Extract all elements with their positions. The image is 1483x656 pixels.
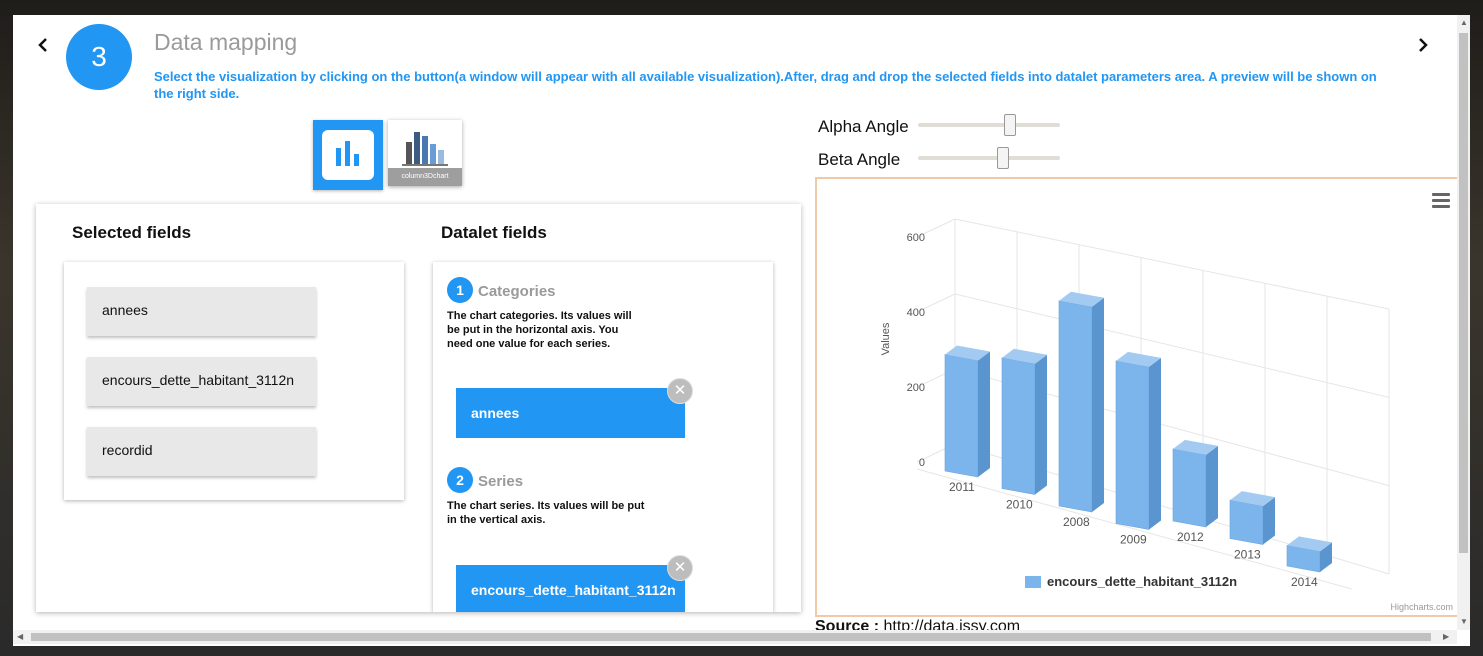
scroll-right-arrow-icon[interactable]: ▶: [1443, 632, 1449, 641]
step-description: Select the visualization by clicking on …: [154, 69, 1377, 101]
chevron-right-icon: [1419, 38, 1428, 52]
beta-angle-label: Beta Angle: [818, 150, 901, 169]
bar[interactable]: [1229, 499, 1264, 545]
field-chip-recordid[interactable]: recordid: [87, 427, 316, 476]
remove-series-button[interactable]: ✕: [667, 555, 693, 581]
x-tick-label: 2009: [1120, 533, 1147, 547]
param-name-series: Series: [478, 473, 524, 490]
field-chip-annees[interactable]: annees: [87, 287, 316, 336]
bar-side: [1035, 354, 1047, 495]
x-tick-label: 2012: [1177, 530, 1204, 544]
alpha-angle-label: Alpha Angle: [818, 117, 909, 136]
column3d-chart: 0 200 400 600 2011 2010 2008 2009 2012 2013 2014 V…: [880, 218, 1453, 612]
beta-angle-slider[interactable]: [918, 147, 1060, 169]
legend-item[interactable]: encours_dette_habitant_3112n: [1047, 574, 1237, 589]
bar[interactable]: [1172, 448, 1207, 528]
close-icon: ✕: [673, 382, 687, 399]
datalet-fields-panel: 1 Categories The chart categories. Its v…: [433, 262, 773, 612]
y-tick-label: 600: [907, 232, 925, 244]
selected-fields-panel: annees encours_dette_habitant_3112n reco…: [64, 262, 404, 500]
data-mapping-dialog: 3 Data mapping Select the visualization …: [13, 15, 1470, 646]
y-tick-label: 200: [907, 382, 925, 394]
next-step-button[interactable]: [1413, 35, 1433, 59]
vertical-scroll-thumb[interactable]: [1459, 33, 1468, 553]
param-dropzone-series[interactable]: encours_dette_habitant_3112n: [456, 565, 685, 612]
chart-preview: 0 200 400 600 2011 2010 2008 2009 2012 2013 2014 V…: [815, 177, 1460, 617]
param-number-badge: 2: [447, 467, 473, 493]
hamburger-menu-icon: [1432, 193, 1450, 196]
horizontal-scroll-thumb[interactable]: [31, 633, 1431, 641]
bar[interactable]: [1058, 300, 1093, 513]
y-axis-title: Values: [880, 322, 892, 355]
field-chip-encours-dette[interactable]: encours_dette_habitant_3112n: [87, 357, 316, 406]
scroll-down-arrow-icon[interactable]: ▼: [1460, 617, 1468, 626]
x-tick-label: 2010: [1006, 498, 1033, 512]
gridline: [954, 218, 1390, 310]
param-description-categories: The chart categories. Its values will be…: [447, 310, 632, 350]
legend-swatch[interactable]: [1025, 576, 1041, 588]
alpha-angle-handle[interactable]: [1004, 114, 1017, 136]
param-description-series: The chart series. Its values will be put…: [447, 500, 645, 526]
x-tick-label: 2008: [1063, 515, 1090, 529]
scroll-left-arrow-icon[interactable]: ◀: [17, 632, 23, 641]
fields-card: Selected fields Datalet fields annees en…: [36, 204, 801, 612]
chevron-left-icon: [38, 38, 47, 52]
param-number-badge: 1: [447, 277, 473, 303]
datalet-fields-title: Datalet fields: [441, 223, 547, 242]
step-number-badge: 3: [66, 24, 132, 90]
bar-side: [1092, 297, 1104, 512]
x-tick-label: 2013: [1234, 548, 1261, 562]
beta-angle-handle[interactable]: [997, 147, 1010, 169]
step-title: Data mapping: [154, 29, 298, 55]
vertical-scrollbar[interactable]: ▲ ▼: [1457, 15, 1470, 630]
bar[interactable]: [1115, 360, 1150, 530]
column3d-chart-thumbnail[interactable]: column3Dchart: [388, 120, 462, 186]
y-tick-label: 400: [907, 307, 925, 319]
bar-side: [978, 351, 990, 477]
previous-step-button[interactable]: [33, 35, 53, 59]
column3d-chart-icon: [402, 132, 448, 166]
chart-menu-button[interactable]: [1432, 193, 1450, 209]
alpha-angle-slider[interactable]: [918, 114, 1060, 136]
scroll-up-arrow-icon[interactable]: ▲: [1460, 18, 1468, 27]
chart-credits: Highcharts.com: [1390, 602, 1453, 612]
select-visualization-button[interactable]: [313, 120, 383, 190]
close-icon: ✕: [673, 559, 687, 576]
selected-fields-title: Selected fields: [72, 223, 192, 242]
param-dropzone-categories[interactable]: annees: [456, 388, 685, 438]
bar[interactable]: [1001, 357, 1036, 495]
thumbnail-label: column3Dchart: [388, 168, 462, 186]
bar-chart-icon: [336, 141, 359, 166]
bar-side: [1149, 357, 1161, 530]
bar[interactable]: [944, 354, 979, 478]
horizontal-scrollbar[interactable]: ◀ ▶: [13, 630, 1457, 644]
x-tick-label: 2014: [1291, 575, 1318, 589]
param-name-categories: Categories: [478, 283, 556, 300]
y-tick-label: 0: [919, 457, 925, 469]
remove-categories-button[interactable]: ✕: [667, 378, 693, 404]
bar-side: [1206, 445, 1218, 527]
x-tick-label: 2011: [949, 480, 975, 494]
